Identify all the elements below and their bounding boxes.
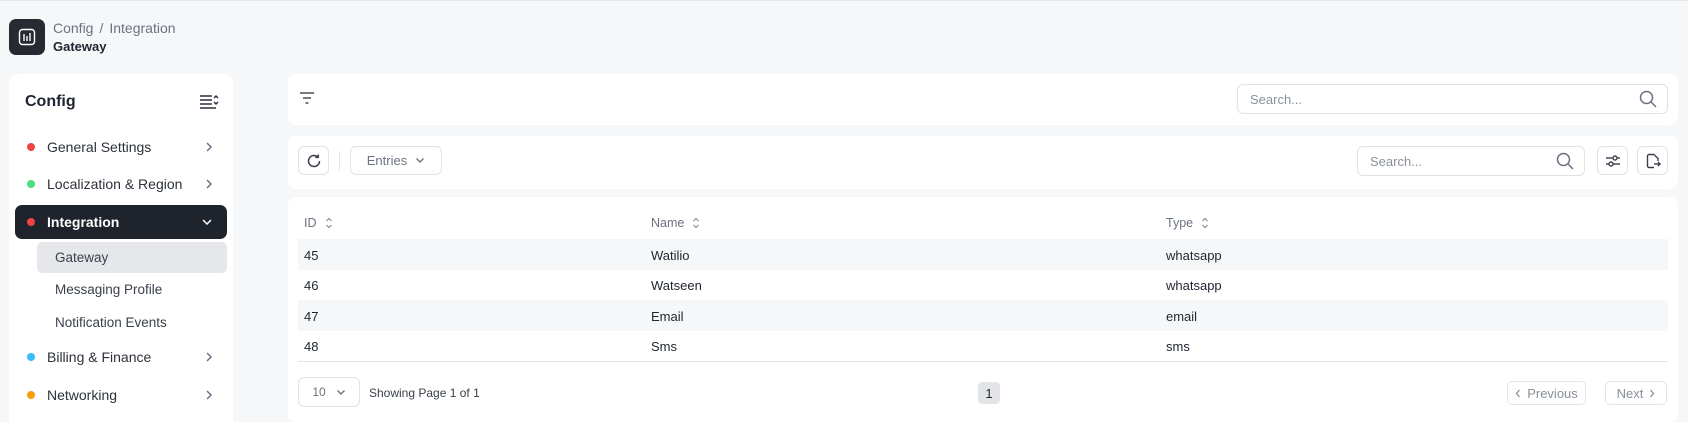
cell-id: 48 <box>304 339 319 354</box>
cell-type: whatsapp <box>1166 248 1222 263</box>
cell-type: email <box>1166 309 1198 324</box>
collapse-menu-icon[interactable] <box>199 94 219 110</box>
sidebar-item-label: Billing & Finance <box>47 349 152 365</box>
file-export-icon <box>1646 153 1661 168</box>
sidebar-subitem-gateway[interactable]: Gateway <box>37 242 227 273</box>
entries-dropdown[interactable]: Entries <box>350 146 442 175</box>
table-toolbar: Entries Search... <box>288 136 1678 189</box>
export-button[interactable] <box>1637 146 1668 175</box>
column-header-label: Name <box>651 216 685 230</box>
table-row[interactable]: 45 Watilio whatsapp <box>298 239 1668 270</box>
sidebar-title: Config <box>25 93 76 110</box>
chevron-down-icon <box>336 389 345 395</box>
table-row[interactable]: 46 Watseen whatsapp <box>298 269 1668 300</box>
cell-type: sms <box>1166 339 1190 354</box>
entries-label: Entries <box>366 153 408 168</box>
chevron-right-icon <box>206 352 213 362</box>
chevron-right-icon <box>1650 389 1655 397</box>
chart-icon <box>18 28 36 46</box>
cell-name: Email <box>651 309 684 324</box>
status-dot <box>27 218 35 226</box>
column-header-type[interactable]: Type <box>1166 216 1209 230</box>
table-row[interactable]: 47 Email email <box>298 300 1668 331</box>
sliders-icon <box>1605 154 1620 167</box>
chevron-down-icon <box>416 158 425 163</box>
breadcrumb-separator: / <box>99 20 104 36</box>
sidebar-item-label: Networking <box>47 387 118 403</box>
pagination-status: Showing Page 1 of 1 <box>369 386 480 400</box>
sidebar-item-label: Integration <box>47 214 120 230</box>
breadcrumb-current[interactable]: Integration <box>109 20 175 36</box>
cell-id: 47 <box>304 309 319 324</box>
cell-name: Watilio <box>651 248 690 263</box>
search-icon <box>1639 90 1657 108</box>
page-size-select[interactable]: 10 <box>298 377 360 407</box>
header: Config / Integration Gateway <box>9 19 176 55</box>
sidebar-item-integration[interactable]: Integration <box>15 205 227 239</box>
page-title: Gateway <box>53 39 107 54</box>
chevron-down-icon <box>202 219 212 226</box>
cell-name: Sms <box>651 339 677 354</box>
previous-page-button[interactable]: Previous <box>1507 381 1586 405</box>
status-dot <box>27 391 35 399</box>
filter-icon[interactable] <box>299 91 315 105</box>
cell-type: whatsapp <box>1166 278 1222 293</box>
app-logo[interactable] <box>9 19 45 55</box>
search-icon <box>1556 152 1574 170</box>
page-button-current[interactable]: 1 <box>978 382 1000 404</box>
search-placeholder: Search... <box>1370 153 1423 169</box>
column-header-name[interactable]: Name <box>651 216 700 230</box>
chevron-right-icon <box>206 179 213 189</box>
next-label: Next <box>1616 385 1644 401</box>
cell-id: 45 <box>304 248 319 263</box>
search-placeholder: Search... <box>1250 91 1303 107</box>
sidebar-item-label: General Settings <box>47 139 152 155</box>
status-dot <box>27 180 35 188</box>
chevron-right-icon <box>206 142 213 152</box>
filter-panel: Search... <box>288 74 1678 125</box>
column-header-id[interactable]: ID <box>304 216 333 230</box>
sort-icon <box>325 217 332 229</box>
sidebar-subitem-notification-events[interactable]: Notification Events <box>37 307 227 338</box>
column-header-label: Type <box>1166 216 1194 230</box>
divider <box>339 151 340 171</box>
sidebar-item-billing-finance[interactable]: Billing & Finance <box>15 340 227 374</box>
next-page-button[interactable]: Next <box>1605 381 1667 405</box>
table-search-input[interactable]: Search... <box>1357 146 1585 176</box>
breadcrumb: Config / Integration Gateway <box>53 20 176 54</box>
sort-icon <box>693 217 700 229</box>
chevron-right-icon <box>206 390 213 400</box>
chevron-left-icon <box>1515 389 1521 397</box>
global-search-input[interactable]: Search... <box>1237 84 1668 114</box>
previous-label: Previous <box>1527 385 1578 401</box>
sidebar-item-networking[interactable]: Networking <box>15 378 227 412</box>
table-panel: ID Name Type 45 Watilio whatsapp 46 Wats… <box>288 197 1678 422</box>
sort-icon <box>1202 217 1209 229</box>
page-size-value: 10 <box>312 385 326 399</box>
table-row[interactable]: 48 Sms sms <box>298 330 1668 361</box>
breadcrumb-root[interactable]: Config <box>53 20 93 36</box>
sidebar-subitem-messaging-profile[interactable]: Messaging Profile <box>37 274 227 305</box>
sidebar-item-general-settings[interactable]: General Settings <box>15 130 227 164</box>
divider <box>298 361 1668 362</box>
status-dot <box>27 353 35 361</box>
cell-id: 46 <box>304 278 319 293</box>
cell-name: Watseen <box>651 278 702 293</box>
sidebar: Config General Settings Localization & R… <box>9 74 233 422</box>
column-settings-button[interactable] <box>1597 146 1628 175</box>
sidebar-item-localization[interactable]: Localization & Region <box>15 167 227 201</box>
refresh-button[interactable] <box>298 146 329 175</box>
status-dot <box>27 143 35 151</box>
column-header-label: ID <box>304 216 317 230</box>
sidebar-item-label: Localization & Region <box>47 176 183 192</box>
refresh-icon <box>307 154 320 167</box>
